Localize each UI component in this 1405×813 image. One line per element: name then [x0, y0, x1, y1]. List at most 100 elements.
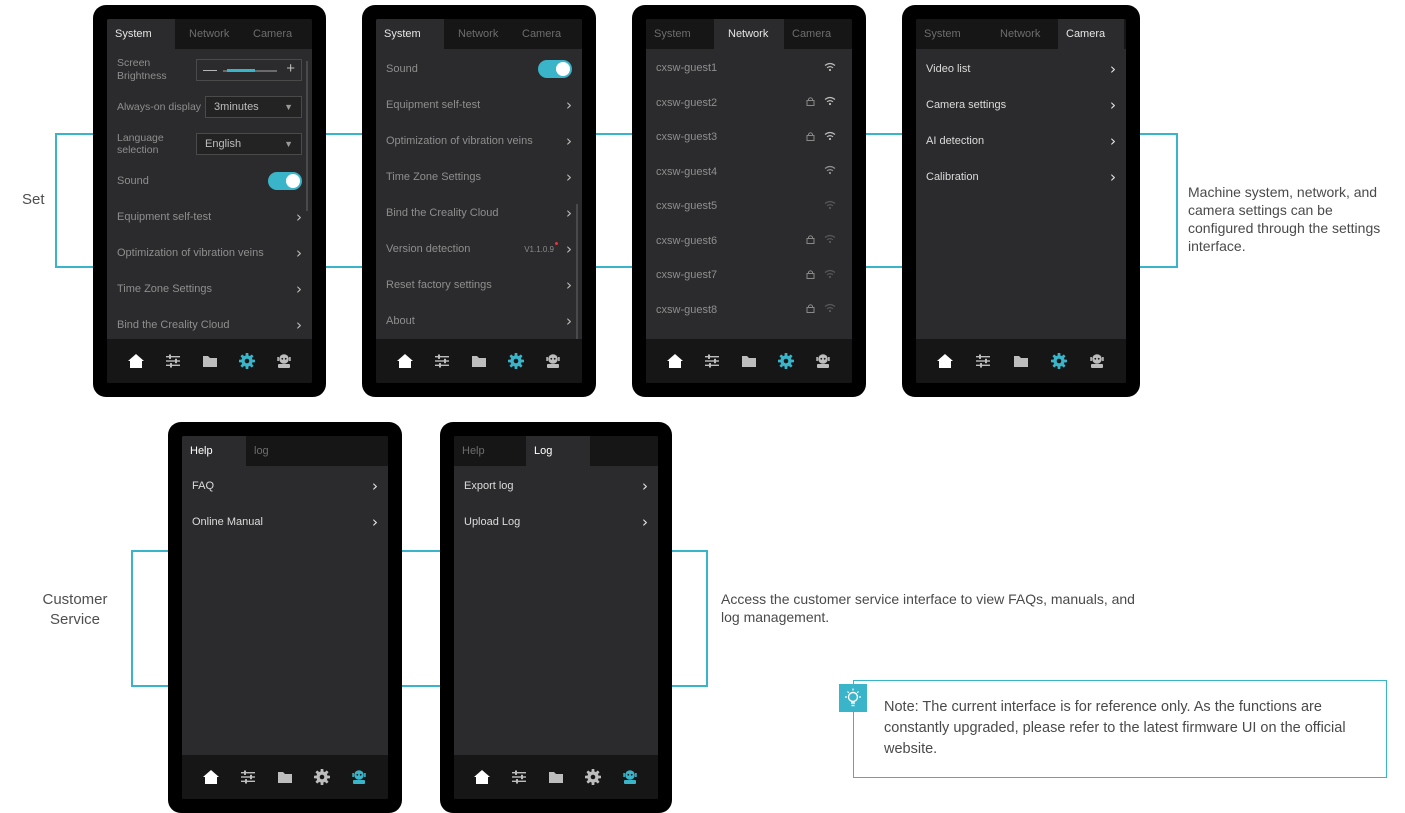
list-item[interactable]: Time Zone Settings › — [376, 159, 582, 195]
list-item[interactable]: Optimization of vibration veins › — [107, 235, 312, 271]
minus-icon[interactable]: — — [203, 61, 217, 77]
language-label: Language selection — [117, 132, 164, 156]
wifi-icon — [818, 131, 842, 144]
list-item[interactable]: Camera settings › — [916, 87, 1126, 123]
home-icon[interactable] — [472, 767, 492, 787]
list-item[interactable]: About › — [376, 303, 582, 339]
sliders-icon[interactable] — [509, 767, 529, 787]
home-icon[interactable] — [201, 767, 221, 787]
folder-icon[interactable] — [739, 351, 759, 371]
tab-system[interactable]: System — [916, 19, 984, 49]
brightness-slider[interactable]: — + — [196, 59, 302, 81]
plus-icon[interactable]: + — [286, 60, 295, 77]
list-item[interactable]: Bind the Creality Cloud › — [376, 195, 582, 231]
tab-camera[interactable]: Camera — [245, 19, 305, 49]
wifi-network-row[interactable]: cxsw-guest5 — [646, 189, 852, 224]
language-row: Language selection English ▼ — [107, 125, 312, 163]
always-on-select[interactable]: 3minutes ▼ — [205, 96, 302, 118]
sound-toggle[interactable] — [538, 60, 572, 78]
tab-bar: System Network Camera — [646, 19, 852, 49]
support-icon[interactable] — [813, 351, 833, 371]
support-icon[interactable] — [1087, 351, 1107, 371]
home-icon[interactable] — [665, 351, 685, 371]
sliders-icon[interactable] — [163, 351, 183, 371]
list-item-label: About — [386, 315, 415, 327]
sliders-icon[interactable] — [432, 351, 452, 371]
list-item[interactable]: Calibration › — [916, 159, 1126, 195]
folder-icon[interactable] — [1011, 351, 1031, 371]
folder-icon[interactable] — [469, 351, 489, 371]
wifi-network-row[interactable]: cxsw-guest8 — [646, 293, 852, 328]
device-settings-camera: System Network Camera Video list › Camer… — [902, 5, 1140, 397]
settings-list: Sound Equipment self-test › Optimization… — [376, 51, 582, 339]
list-item-label: AI detection — [926, 135, 985, 147]
sound-toggle[interactable] — [268, 172, 302, 190]
support-icon[interactable] — [349, 767, 369, 787]
list-item[interactable]: Video list › — [916, 51, 1126, 87]
sliders-icon[interactable] — [973, 351, 993, 371]
list-item[interactable]: Bind the Creality Cloud › — [107, 307, 312, 343]
sound-label: Sound — [386, 63, 418, 75]
wifi-network-row[interactable]: cxsw-guest3 — [646, 120, 852, 155]
tab-log[interactable]: log — [246, 436, 306, 466]
bottom-nav — [376, 339, 582, 383]
tab-system[interactable]: System — [376, 19, 444, 49]
wifi-network-row[interactable]: cxsw-guest6 — [646, 224, 852, 259]
list-item[interactable]: FAQ › — [182, 468, 388, 504]
home-icon[interactable] — [935, 351, 955, 371]
tab-system[interactable]: System — [646, 19, 714, 49]
wifi-network-row[interactable]: cxsw-guest1 — [646, 51, 852, 86]
gear-icon[interactable] — [506, 351, 526, 371]
camera-list: Video list › Camera settings › AI detect… — [916, 51, 1126, 195]
gear-icon[interactable] — [583, 767, 603, 787]
list-item[interactable]: Equipment self-test › — [107, 199, 312, 235]
tab-log[interactable]: Log — [526, 436, 590, 466]
scrollbar[interactable] — [576, 204, 578, 344]
list-item[interactable]: AI detection › — [916, 123, 1126, 159]
list-item[interactable]: Upload Log › — [454, 504, 658, 540]
language-select[interactable]: English ▼ — [196, 133, 302, 155]
connector-line — [672, 550, 707, 552]
tab-network[interactable]: Network — [992, 19, 1058, 49]
support-icon[interactable] — [620, 767, 640, 787]
tab-network[interactable]: Network — [714, 19, 784, 49]
list-item-label: Time Zone Settings — [117, 283, 212, 295]
screen: System Network Camera Video list › Camer… — [916, 19, 1126, 383]
chevron-right-icon: › — [566, 239, 572, 258]
home-icon[interactable] — [395, 351, 415, 371]
folder-icon[interactable] — [546, 767, 566, 787]
list-item[interactable]: Optimization of vibration veins › — [376, 123, 582, 159]
tab-help[interactable]: Help — [454, 436, 518, 466]
wifi-network-row[interactable]: cxsw-guest7 — [646, 258, 852, 293]
tab-camera[interactable]: Camera — [784, 19, 844, 49]
tab-camera[interactable]: Camera — [514, 19, 574, 49]
folder-icon[interactable] — [275, 767, 295, 787]
sliders-icon[interactable] — [238, 767, 258, 787]
support-icon[interactable] — [274, 351, 294, 371]
gear-icon[interactable] — [1049, 351, 1069, 371]
wifi-icon — [818, 165, 842, 178]
wifi-network-row[interactable]: cxsw-guest4 — [646, 155, 852, 190]
tab-network[interactable]: Network — [450, 19, 510, 49]
gear-icon[interactable] — [312, 767, 332, 787]
list-item[interactable]: Equipment self-test › — [376, 87, 582, 123]
tab-network[interactable]: Network — [181, 19, 241, 49]
list-item[interactable]: Time Zone Settings › — [107, 271, 312, 307]
support-icon[interactable] — [543, 351, 563, 371]
caret-down-icon: ▼ — [284, 102, 293, 112]
gear-icon[interactable] — [776, 351, 796, 371]
tab-help[interactable]: Help — [182, 436, 246, 466]
wifi-network-row[interactable]: cxsw-guest2 — [646, 86, 852, 121]
list-item[interactable]: Reset factory settings › — [376, 267, 582, 303]
tab-system[interactable]: System — [107, 19, 175, 49]
folder-icon[interactable] — [200, 351, 220, 371]
home-icon[interactable] — [126, 351, 146, 371]
version-row[interactable]: Version detection V1.1.0.9 › — [376, 231, 582, 267]
sliders-icon[interactable] — [702, 351, 722, 371]
customer-service-description: Access the customer service interface to… — [721, 591, 1135, 625]
list-item[interactable]: Export log › — [454, 468, 658, 504]
gear-icon[interactable] — [237, 351, 257, 371]
scrollbar[interactable] — [306, 61, 308, 211]
tab-camera[interactable]: Camera — [1058, 19, 1124, 49]
list-item[interactable]: Online Manual › — [182, 504, 388, 540]
